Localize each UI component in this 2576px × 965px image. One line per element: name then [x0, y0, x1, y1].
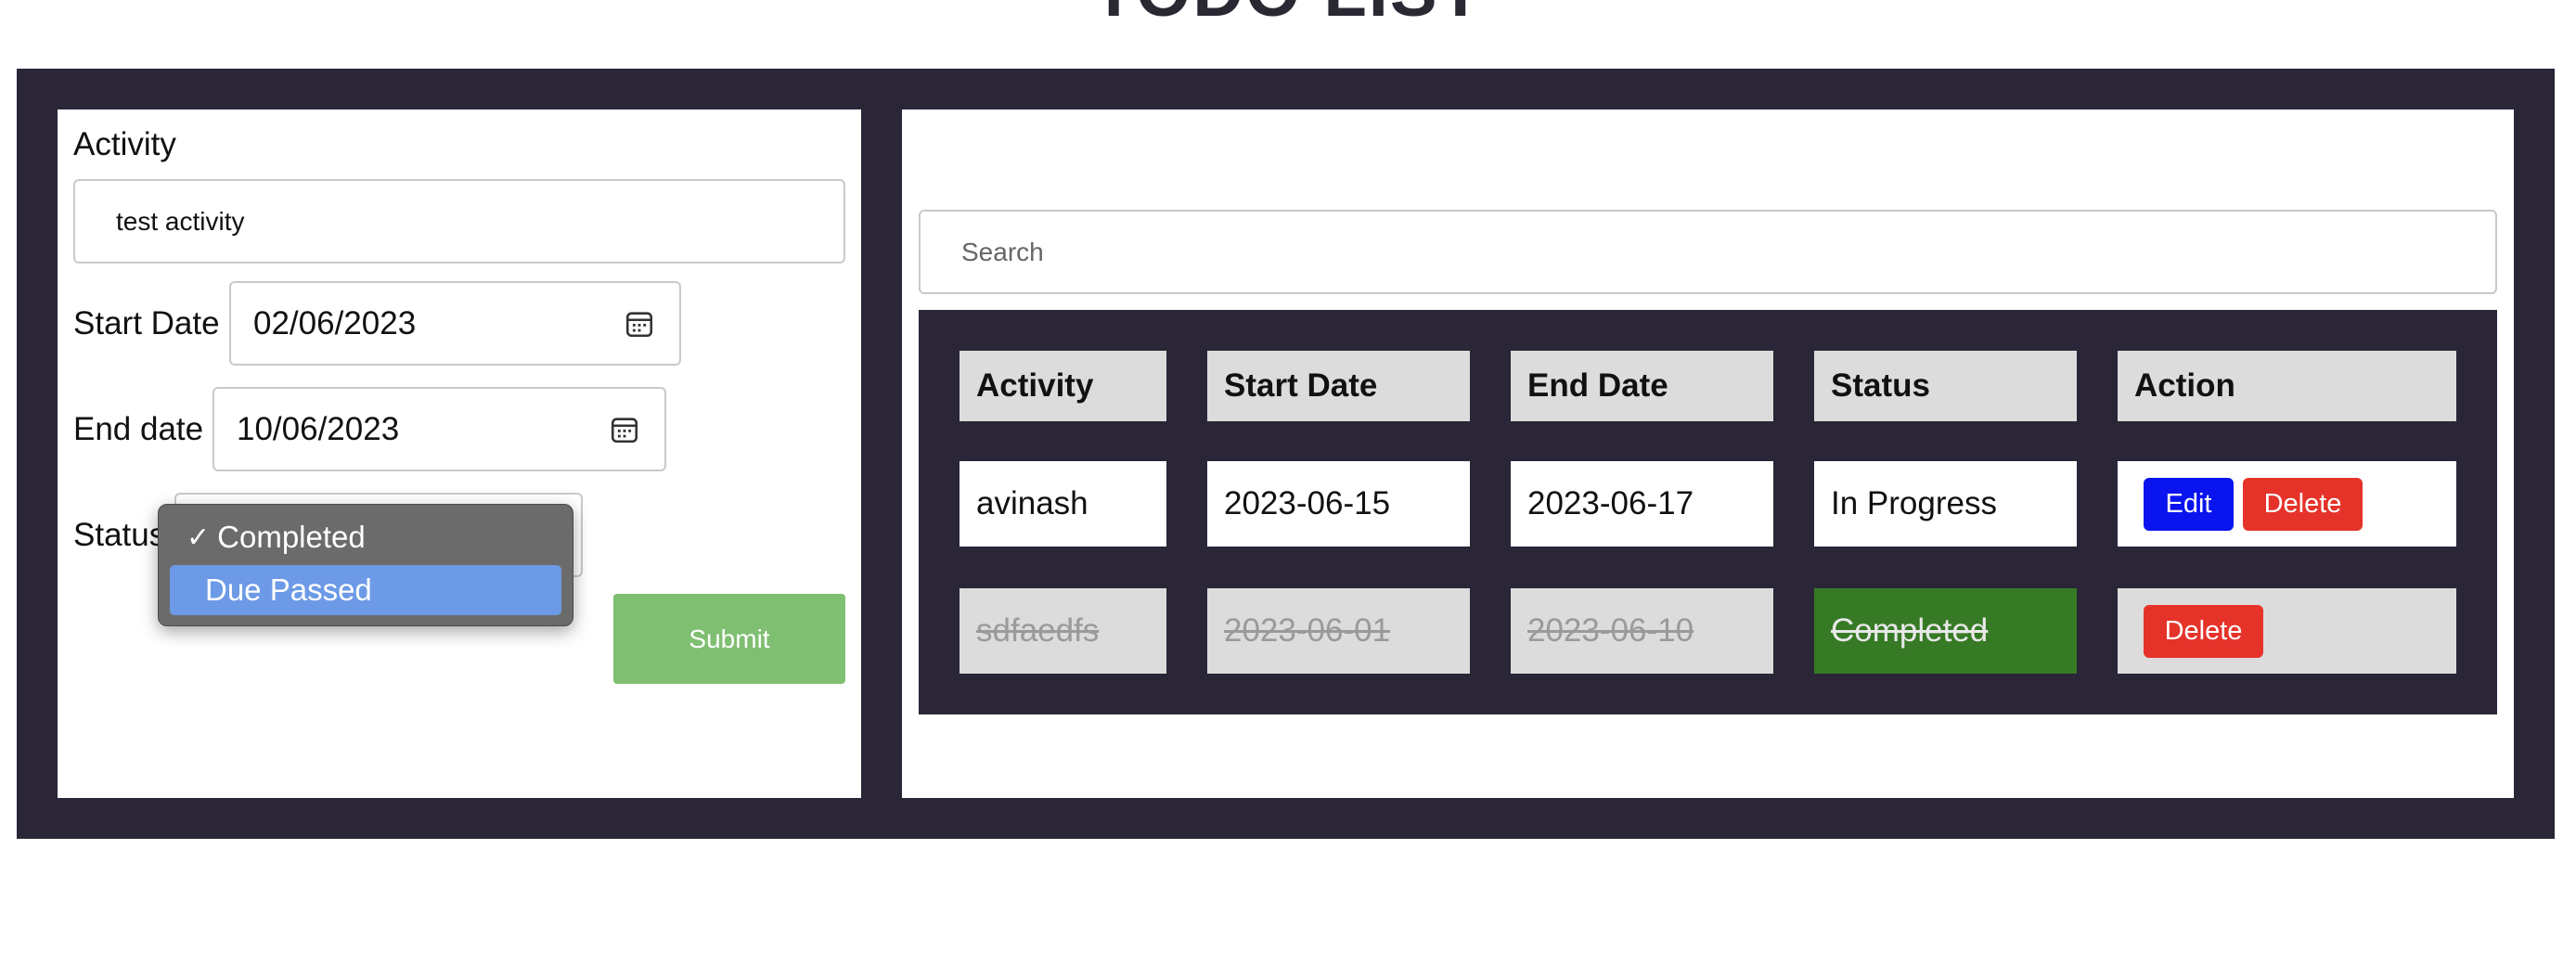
table-cell-start-date: 2023-06-15	[1207, 461, 1470, 547]
table-cell-status: Completed	[1814, 588, 2077, 674]
table-cell-start-date: 2023-06-01	[1207, 588, 1470, 674]
end-date-label: End date	[73, 411, 204, 447]
column-header-status: Status	[1814, 351, 2077, 421]
activity-label: Activity	[73, 126, 176, 162]
column-header-activity: Activity	[960, 351, 1166, 421]
search-input[interactable]: Search	[919, 210, 2497, 294]
end-date-value: 10/06/2023	[237, 410, 400, 447]
page-title: TODO LIST	[0, 0, 2576, 32]
status-dropdown-menu: ✓ Completed Due Passed	[158, 504, 573, 626]
table-cell-end-date: 2023-06-10	[1511, 588, 1773, 674]
table-cell-end-date: 2023-06-17	[1511, 461, 1773, 547]
delete-button[interactable]: Delete	[2144, 605, 2263, 658]
start-date-label: Start Date	[73, 305, 220, 341]
status-option-label: Completed	[217, 520, 366, 554]
table-cell-status: In Progress	[1814, 461, 2077, 547]
status-option-due-passed[interactable]: Due Passed	[170, 565, 561, 615]
edit-button[interactable]: Edit	[2144, 478, 2234, 531]
table-cell-activity: avinash	[960, 461, 1166, 547]
end-date-input[interactable]: 10/06/2023	[213, 387, 666, 471]
status-option-completed[interactable]: ✓ Completed	[170, 512, 561, 562]
status-label: Status	[73, 517, 166, 553]
start-date-value: 02/06/2023	[253, 304, 417, 341]
delete-button[interactable]: Delete	[2243, 478, 2363, 531]
start-date-input[interactable]: 02/06/2023	[229, 281, 681, 366]
column-header-start-date: Start Date	[1207, 351, 1470, 421]
checkmark-icon: ✓	[187, 521, 211, 553]
column-header-action: Action	[2118, 351, 2456, 421]
column-header-end-date: End Date	[1511, 351, 1773, 421]
submit-button[interactable]: Submit	[613, 594, 845, 684]
status-option-label: Due Passed	[205, 573, 372, 607]
table-cell-activity: sdfaedfs	[960, 588, 1166, 674]
calendar-icon[interactable]	[609, 414, 640, 445]
activity-input[interactable]: test activity	[73, 179, 845, 264]
calendar-icon[interactable]	[624, 308, 655, 340]
